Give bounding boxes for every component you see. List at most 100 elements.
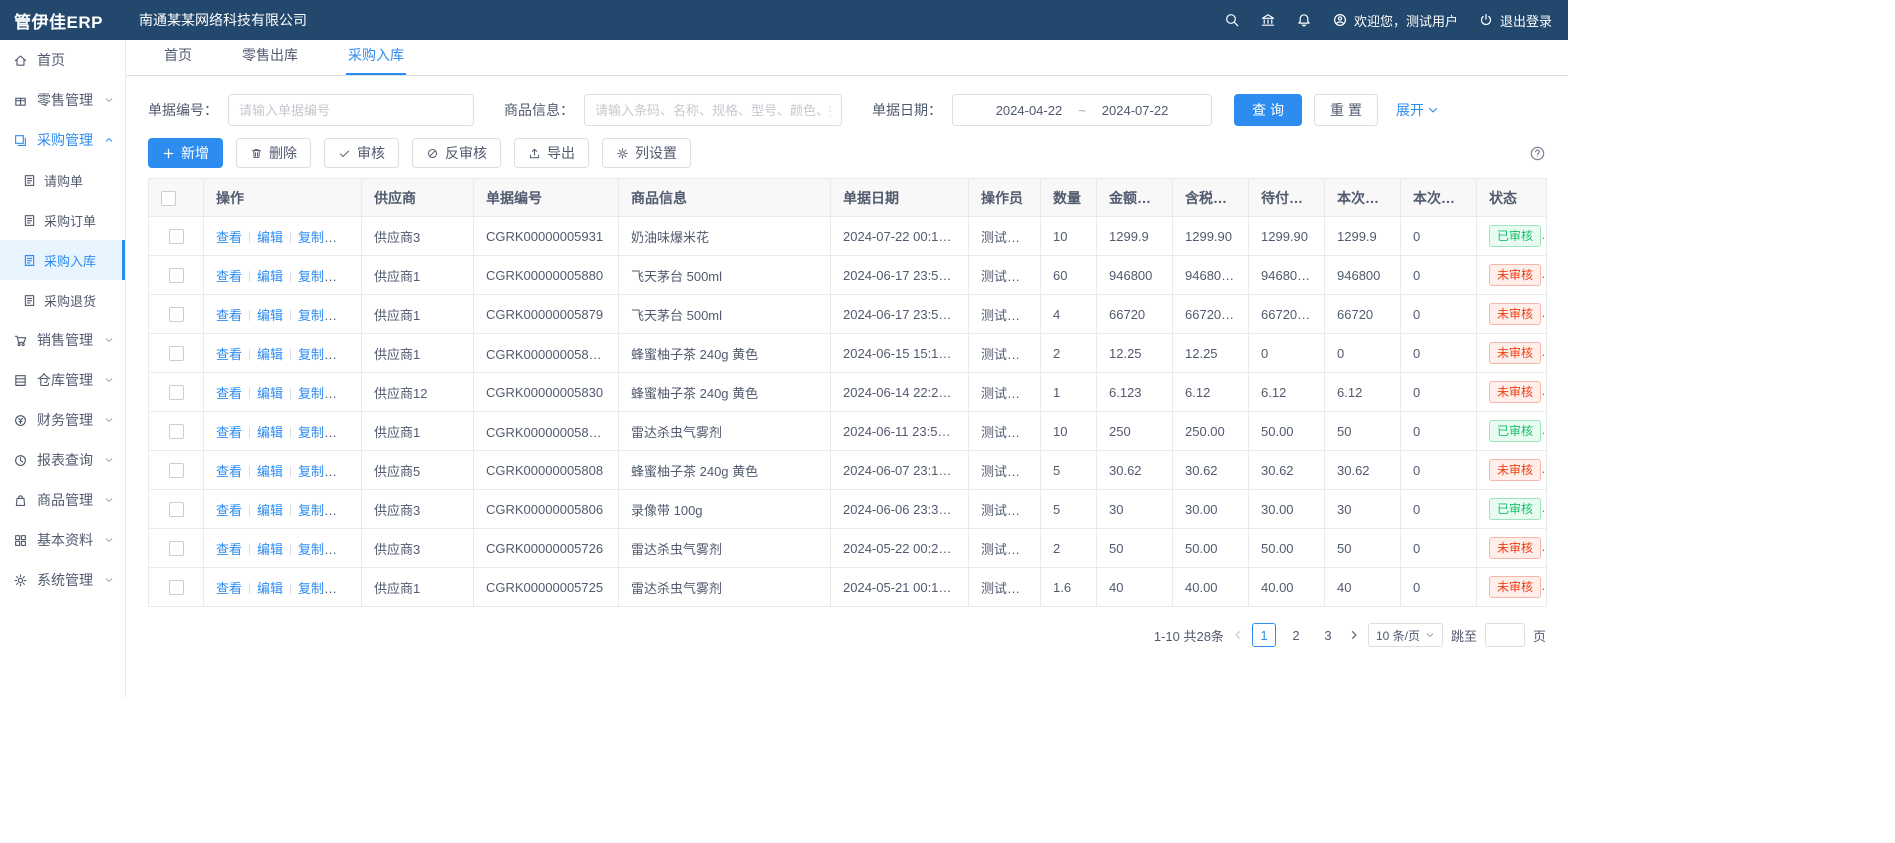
- topbar: 管伊佳ERP 南通某某网络科技有限公司 欢迎您，测试用户 退出登录: [0, 0, 1568, 40]
- view-link[interactable]: 查看: [216, 581, 242, 596]
- sidebar-item-home[interactable]: 首页: [0, 40, 125, 80]
- row-checkbox[interactable]: [169, 502, 184, 517]
- page-button-1[interactable]: 1: [1252, 623, 1276, 647]
- row-delete-link[interactable]: 删除: [339, 542, 361, 557]
- view-link[interactable]: 查看: [216, 308, 242, 323]
- copy-link[interactable]: 复制: [298, 503, 337, 518]
- select-all-checkbox[interactable]: [161, 191, 176, 206]
- logout-button[interactable]: 退出登录: [1478, 11, 1552, 30]
- bill-no-input[interactable]: [228, 94, 474, 126]
- view-link[interactable]: 查看: [216, 230, 242, 245]
- copy-link[interactable]: 复制: [298, 425, 337, 440]
- edit-link[interactable]: 编辑: [257, 464, 283, 479]
- view-link[interactable]: 查看: [216, 503, 242, 518]
- copy-link[interactable]: 复制: [298, 308, 337, 323]
- sidebar-item-purchase-request[interactable]: 请购单: [0, 160, 125, 200]
- view-link[interactable]: 查看: [216, 542, 242, 557]
- jump-page-input[interactable]: [1485, 623, 1525, 647]
- edit-link[interactable]: 编辑: [257, 503, 283, 518]
- row-delete-link[interactable]: 删除: [339, 230, 361, 245]
- app-logo[interactable]: 管伊佳ERP: [0, 8, 125, 33]
- row-delete-link[interactable]: 删除: [339, 269, 361, 284]
- unaudit-button[interactable]: 反审核: [412, 138, 501, 168]
- copy-link[interactable]: 复制: [298, 464, 337, 479]
- user-menu[interactable]: 欢迎您，测试用户: [1332, 11, 1458, 30]
- copy-link[interactable]: 复制: [298, 542, 337, 557]
- edit-link[interactable]: 编辑: [257, 308, 283, 323]
- audit-button[interactable]: 审核: [324, 138, 399, 168]
- sidebar-item-finance[interactable]: 财务管理: [0, 400, 125, 440]
- view-link[interactable]: 查看: [216, 464, 242, 479]
- sidebar-item-sales[interactable]: 销售管理: [0, 320, 125, 360]
- sidebar-item-purchase[interactable]: 采购管理: [0, 120, 125, 160]
- sidebar-item-system[interactable]: 系统管理: [0, 560, 125, 600]
- copy-link[interactable]: 复制: [298, 581, 337, 596]
- chevron-down-icon: [103, 534, 115, 546]
- reset-button[interactable]: 重置: [1314, 94, 1378, 126]
- edit-link[interactable]: 编辑: [257, 542, 283, 557]
- help-icon[interactable]: [1529, 145, 1546, 162]
- row-checkbox[interactable]: [169, 346, 184, 361]
- row-checkbox[interactable]: [169, 463, 184, 478]
- edit-link[interactable]: 编辑: [257, 347, 283, 362]
- column-settings-button[interactable]: 列设置: [602, 138, 691, 168]
- expand-filters-link[interactable]: 展开: [1396, 100, 1439, 120]
- copy-link[interactable]: 复制: [298, 269, 337, 284]
- row-checkbox[interactable]: [169, 424, 184, 439]
- copy-link[interactable]: 复制: [298, 386, 337, 401]
- page-button-2[interactable]: 2: [1284, 623, 1308, 647]
- row-delete-link[interactable]: 删除: [339, 581, 361, 596]
- row-checkbox[interactable]: [169, 385, 184, 400]
- sidebar-item-warehouse[interactable]: 仓库管理: [0, 360, 125, 400]
- row-delete-link[interactable]: 删除: [339, 386, 361, 401]
- add-button[interactable]: 新增: [148, 138, 223, 168]
- row-checkbox[interactable]: [169, 541, 184, 556]
- copy-link[interactable]: 复制: [298, 230, 337, 245]
- notification-bell-icon[interactable]: [1296, 12, 1312, 28]
- prev-page-button[interactable]: [1232, 629, 1244, 641]
- sidebar-item-purchase-order[interactable]: 采购订单: [0, 200, 125, 240]
- view-link[interactable]: 查看: [216, 425, 242, 440]
- export-button[interactable]: 导出: [514, 138, 589, 168]
- tab-home[interactable]: 首页: [162, 37, 194, 75]
- sidebar-item-purchase-inbound[interactable]: 采购入库: [0, 240, 125, 280]
- edit-link[interactable]: 编辑: [257, 230, 283, 245]
- tab-purchase-inbound[interactable]: 采购入库: [346, 37, 406, 75]
- row-delete-link[interactable]: 删除: [339, 347, 361, 362]
- date-from[interactable]: 2024-04-22: [996, 103, 1063, 118]
- edit-link[interactable]: 编辑: [257, 581, 283, 596]
- search-icon[interactable]: [1224, 12, 1240, 28]
- tab-retail-outbound[interactable]: 零售出库: [240, 37, 300, 75]
- page-size-select[interactable]: 10 条/页: [1368, 623, 1443, 647]
- edit-link[interactable]: 编辑: [257, 425, 283, 440]
- row-checkbox[interactable]: [169, 580, 184, 595]
- search-button[interactable]: 查询: [1234, 94, 1302, 126]
- row-checkbox[interactable]: [169, 229, 184, 244]
- sidebar-item-goods[interactable]: 商品管理: [0, 480, 125, 520]
- row-delete-link[interactable]: 删除: [339, 308, 361, 323]
- date-range-picker[interactable]: 2024-04-22 ~ 2024-07-22: [952, 94, 1212, 126]
- sidebar-item-reports[interactable]: 报表查询: [0, 440, 125, 480]
- sidebar-item-basic-data[interactable]: 基本资料: [0, 520, 125, 560]
- row-checkbox[interactable]: [169, 268, 184, 283]
- copy-link[interactable]: 复制: [298, 347, 337, 362]
- row-delete-link[interactable]: 删除: [339, 464, 361, 479]
- product-info-input[interactable]: [584, 94, 842, 126]
- sidebar-item-retail[interactable]: 零售管理: [0, 80, 125, 120]
- view-link[interactable]: 查看: [216, 347, 242, 362]
- sidebar-item-purchase-return[interactable]: 采购退货: [0, 280, 125, 320]
- date-to[interactable]: 2024-07-22: [1102, 103, 1169, 118]
- delete-button[interactable]: 删除: [236, 138, 311, 168]
- next-page-button[interactable]: [1348, 629, 1360, 641]
- edit-link[interactable]: 编辑: [257, 269, 283, 284]
- column-header-operator: 操作员: [969, 179, 1041, 217]
- view-link[interactable]: 查看: [216, 269, 242, 284]
- page-button-3[interactable]: 3: [1316, 623, 1340, 647]
- edit-link[interactable]: 编辑: [257, 386, 283, 401]
- row-checkbox[interactable]: [169, 307, 184, 322]
- cell-payable: 1299.90: [1249, 217, 1325, 256]
- building-icon[interactable]: [1260, 12, 1276, 28]
- row-delete-link[interactable]: 删除: [339, 425, 361, 440]
- row-delete-link[interactable]: 删除: [339, 503, 361, 518]
- view-link[interactable]: 查看: [216, 386, 242, 401]
